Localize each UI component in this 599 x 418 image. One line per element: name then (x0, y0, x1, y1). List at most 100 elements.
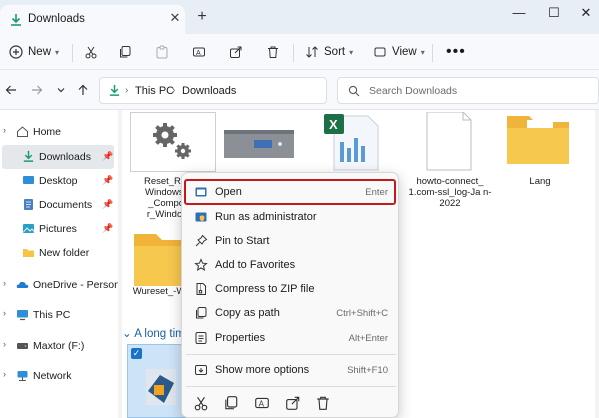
sort-button[interactable]: Sort ▾ (305, 42, 353, 62)
checkbox[interactable]: ✓ (131, 348, 142, 359)
paste-icon (156, 45, 168, 59)
menu-item-shortcut: Shift+F10 (347, 365, 388, 376)
chevron-right-icon[interactable]: › (3, 308, 6, 318)
rename-icon[interactable]: A (254, 395, 270, 411)
cut-icon (85, 46, 97, 59)
search-input[interactable]: Search Downloads (337, 77, 599, 104)
share-icon (230, 46, 242, 58)
menu-item-compress-to-zip[interactable]: Compress to ZIP file (186, 278, 394, 300)
up-button[interactable] (75, 82, 91, 98)
menu-item-properties[interactable]: Properties Alt+Enter (186, 327, 394, 349)
sidebar-item-label: Pictures (39, 223, 77, 235)
file-item[interactable]: Lang (497, 112, 583, 202)
recent-button[interactable] (53, 82, 69, 98)
menu-item-label: Properties (215, 332, 266, 344)
forward-button[interactable] (29, 82, 45, 98)
excel-file-icon: X (310, 112, 396, 172)
rename-icon: A (193, 47, 205, 57)
sidebar-item-pictures[interactable]: Pictures 📌 (2, 217, 114, 241)
divider (432, 44, 433, 62)
menu-item-add-to-favorites[interactable]: Add to Favorites (186, 254, 394, 276)
star-icon (194, 258, 208, 272)
sidebar-item-home[interactable]: › Home (2, 120, 114, 144)
rename-button[interactable]: A (192, 42, 206, 62)
back-button[interactable] (3, 82, 19, 98)
chevron-right-icon[interactable]: › (3, 278, 6, 288)
chevron-right-icon[interactable]: › (3, 339, 6, 349)
breadcrumb-downloads[interactable]: Downloads (182, 85, 236, 97)
pin-icon: 📌 (102, 175, 114, 185)
view-icon (374, 47, 386, 57)
address-bar[interactable]: › This PC › Downloads (99, 77, 327, 104)
new-button[interactable]: New ▾ (9, 42, 59, 62)
menu-item-label: Copy as path (215, 307, 280, 319)
sidebar-item-downloads[interactable]: Downloads 📌 (2, 145, 114, 169)
breadcrumb-this-pc[interactable]: This PC (135, 85, 174, 97)
chevron-down-icon (57, 88, 65, 93)
paste-button[interactable] (155, 42, 169, 62)
network-icon (17, 371, 28, 382)
divider (293, 44, 294, 62)
file-item[interactable]: X (310, 112, 396, 172)
chevron-right-icon[interactable]: › (3, 369, 6, 379)
sidebar-item-desktop[interactable]: Desktop 📌 (2, 169, 114, 193)
sidebar-item-label: New folder (39, 247, 90, 259)
svg-text:A: A (259, 399, 265, 408)
drive-icon (17, 343, 28, 349)
share-icon[interactable] (285, 395, 301, 411)
svg-text:A: A (196, 50, 201, 57)
address-row: › This PC › Downloads Search Downloads (0, 70, 599, 110)
menu-item-label: Add to Favorites (215, 259, 296, 271)
shield-icon (195, 212, 207, 222)
documents-icon (24, 199, 33, 210)
sidebar-item-onedrive[interactable]: › OneDrive - Personal (2, 273, 128, 297)
divider (72, 44, 73, 62)
menu-item-label: Show more options (215, 364, 310, 376)
sidebar-item-label: OneDrive - Personal (33, 279, 129, 291)
file-item[interactable] (220, 112, 306, 172)
navigation-pane: › Home Downloads 📌 Desktop 📌 Documents 📌 (0, 110, 128, 418)
menu-item-pin-to-start[interactable]: Pin to Start (186, 230, 394, 252)
sidebar-item-this-pc[interactable]: › This PC (2, 303, 114, 327)
minimize-icon[interactable]: — (505, 4, 533, 22)
copy-icon[interactable] (223, 395, 239, 411)
close-icon[interactable]: ✕ (572, 4, 599, 22)
tab-downloads[interactable]: Downloads ✕ (0, 5, 185, 34)
selected-file-item[interactable]: ✓ (127, 344, 187, 418)
view-label: View (392, 46, 417, 58)
delete-icon[interactable] (315, 395, 331, 411)
svg-text:X: X (329, 117, 338, 132)
sidebar-item-label: Downloads (39, 151, 91, 163)
copy-button[interactable] (118, 42, 132, 62)
view-button[interactable]: View ▾ (373, 42, 425, 62)
more-button[interactable]: ••• (446, 42, 466, 62)
search-placeholder: Search Downloads (369, 85, 458, 97)
chevron-down-icon: ▾ (420, 47, 425, 57)
sidebar-item-label: Network (33, 370, 72, 382)
cut-button[interactable] (84, 42, 98, 62)
chevron-right-icon[interactable]: › (3, 125, 6, 135)
content-scrollbar[interactable] (595, 110, 599, 418)
close-tab-icon[interactable]: ✕ (168, 11, 182, 25)
menu-item-open[interactable]: Open Enter (184, 179, 396, 205)
downloads-icon (23, 150, 34, 162)
delete-button[interactable] (266, 42, 280, 62)
menu-item-copy-as-path[interactable]: Copy as path Ctrl+Shift+C (186, 302, 394, 324)
maximize-icon[interactable]: ☐ (540, 4, 568, 22)
group-header[interactable]: ⌄ A long tim (122, 326, 185, 340)
share-button[interactable] (229, 42, 243, 62)
download-arrow-icon (11, 14, 21, 26)
sidebar-item-documents[interactable]: Documents 📌 (2, 193, 114, 217)
sidebar-item-maxtor[interactable]: › Maxtor (F:) (2, 334, 114, 358)
plus-icon[interactable]: + (195, 9, 209, 25)
cut-icon[interactable] (193, 395, 209, 411)
sidebar-item-new-folder[interactable]: New folder (2, 241, 114, 265)
sidebar-item-network[interactable]: › Network (2, 364, 114, 388)
properties-icon (195, 332, 207, 344)
menu-item-show-more-options[interactable]: Show more options Shift+F10 (186, 359, 394, 381)
chevron-right-icon: › (125, 85, 129, 96)
file-item[interactable]: howto-connect_ 1.com-ssl_log-Ja n-2022 (407, 111, 493, 222)
menu-item-run-as-administrator[interactable]: Run as administrator (186, 206, 394, 228)
delete-icon (268, 46, 278, 58)
title-bar: Downloads ✕ + — ☐ ✕ (0, 0, 599, 34)
